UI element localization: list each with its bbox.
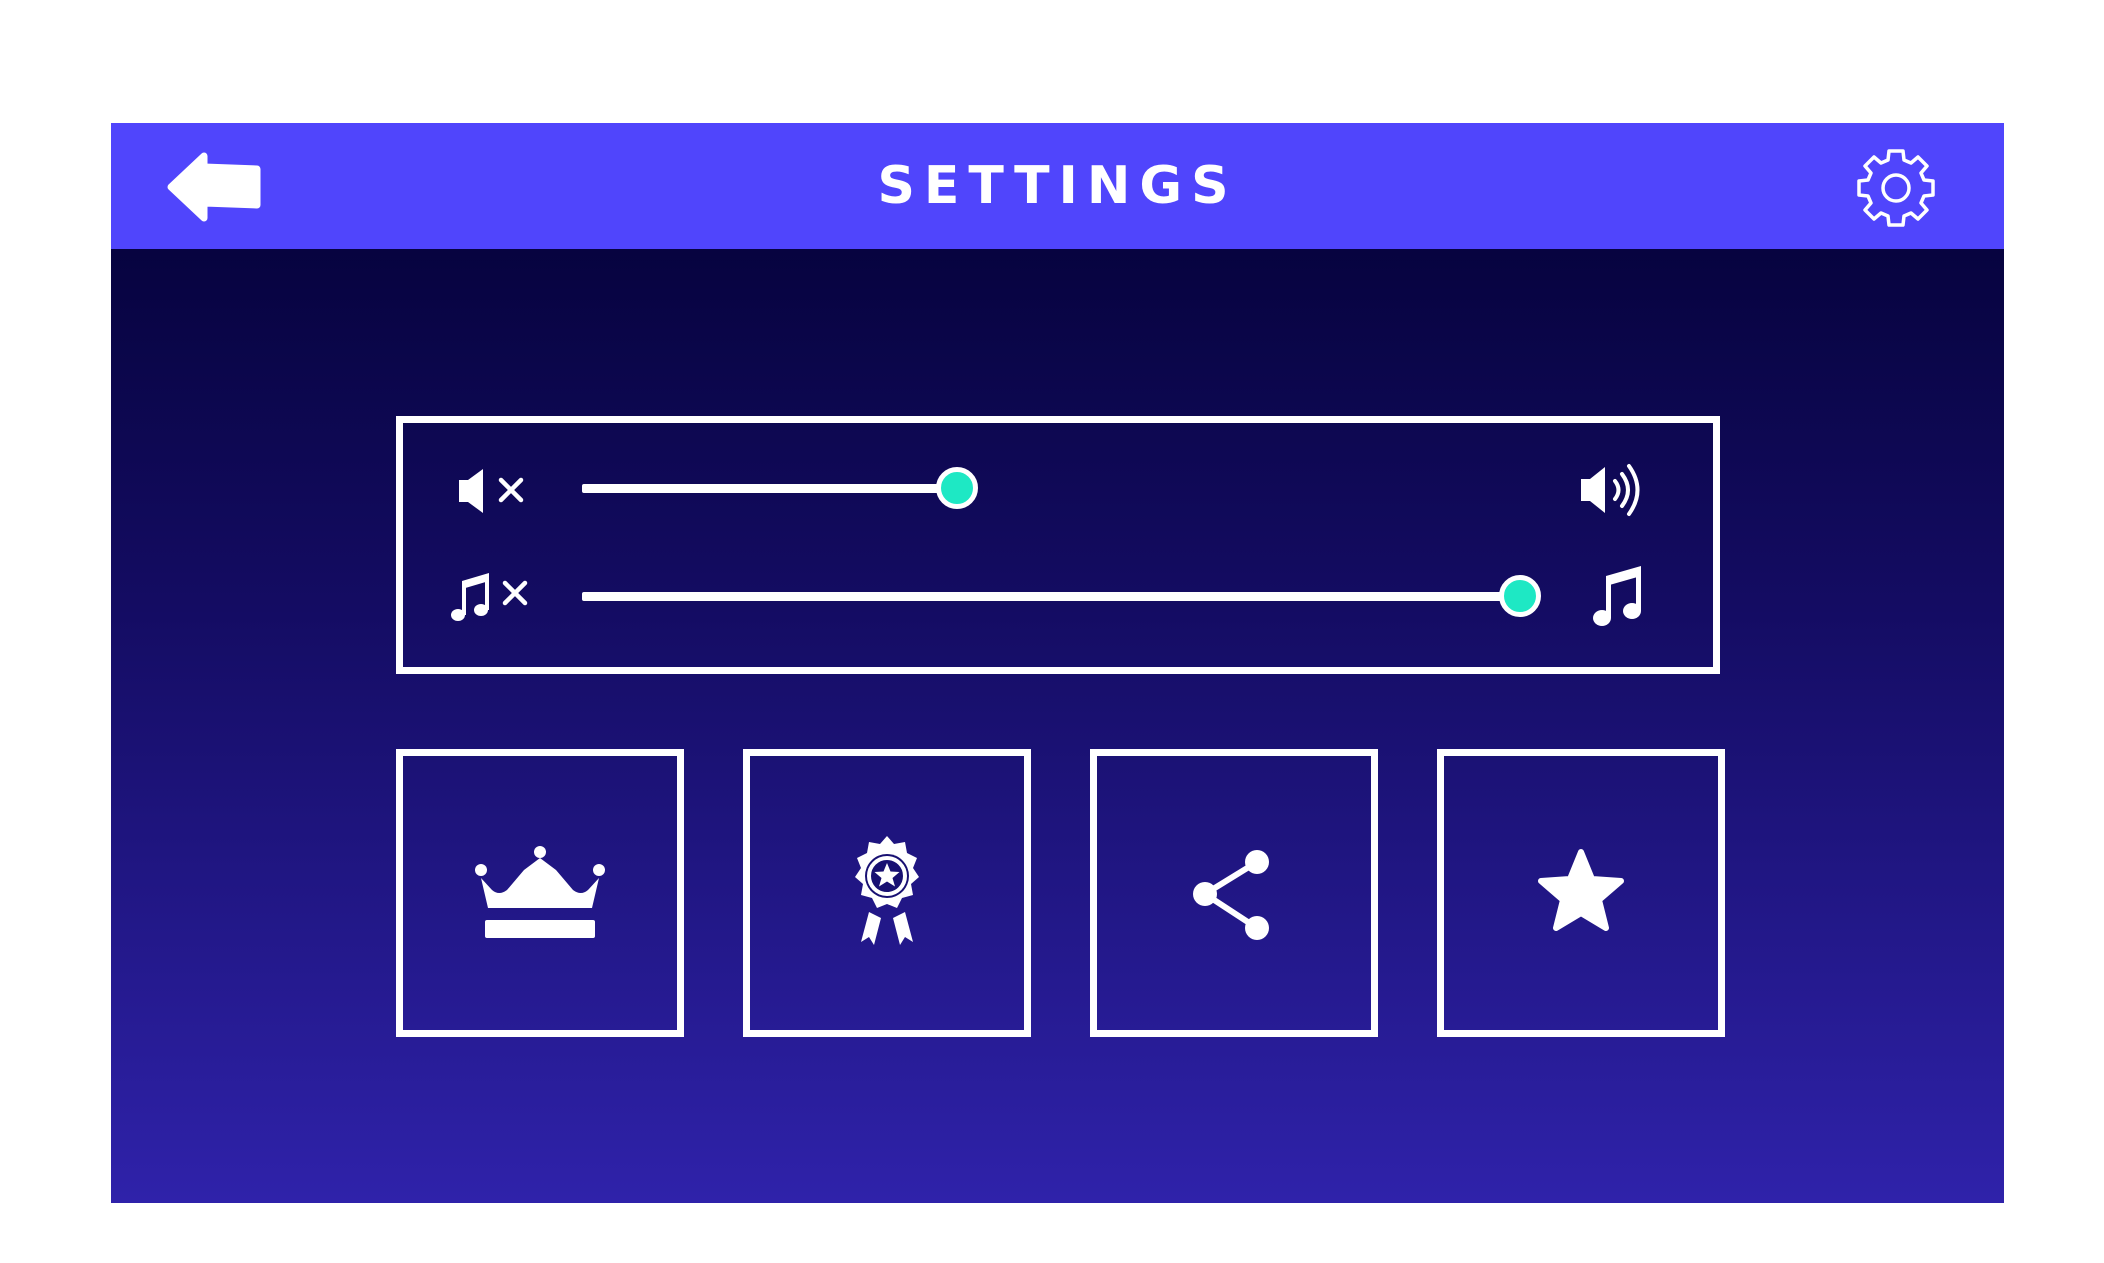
volume-mute-icon [459, 469, 524, 513]
music-volume-track[interactable] [582, 592, 1520, 601]
volume-high-icon [1581, 464, 1640, 516]
award-badge-icon [855, 836, 919, 945]
page-title: SETTINGS [877, 156, 1238, 216]
achievements-button[interactable] [743, 749, 1031, 1037]
sound-volume-track[interactable] [582, 484, 958, 493]
star-icon [1538, 849, 1624, 931]
rate-button[interactable] [1437, 749, 1725, 1037]
music-mute-icon [451, 573, 528, 621]
audio-settings-panel [396, 416, 1720, 674]
settings-window: SETTINGS [111, 123, 2004, 1203]
music-icon [1593, 566, 1641, 626]
header-bar: SETTINGS [111, 123, 2004, 249]
settings-button[interactable] [1853, 145, 1939, 231]
music-volume-slider-handle[interactable] [1499, 575, 1541, 617]
sound-volume-slider-handle[interactable] [936, 467, 979, 509]
gear-icon [1857, 149, 1935, 227]
share-icon [1193, 850, 1269, 940]
crown-icon [475, 846, 605, 938]
leaderboard-button[interactable] [396, 749, 684, 1037]
share-button[interactable] [1090, 749, 1378, 1037]
